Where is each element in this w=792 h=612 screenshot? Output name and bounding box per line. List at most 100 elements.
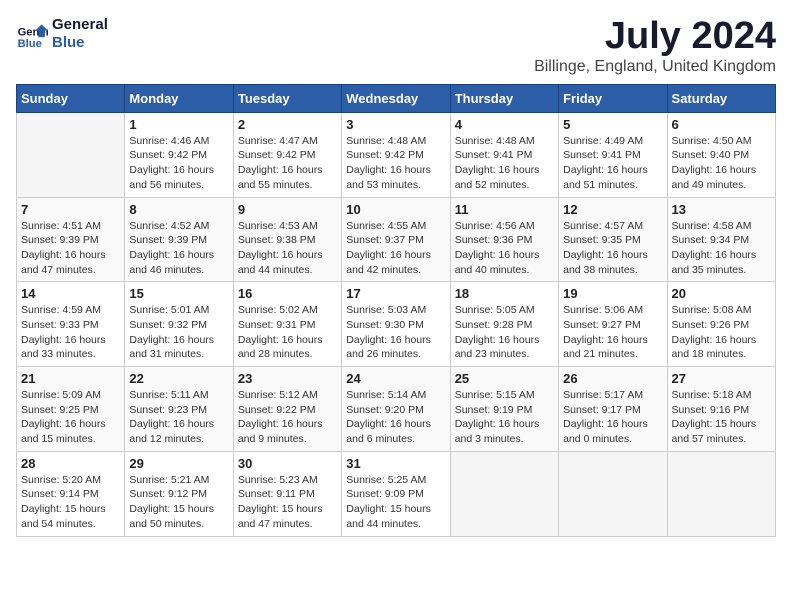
calendar-cell: 26Sunrise: 5:17 AM Sunset: 9:17 PM Dayli… xyxy=(559,367,667,452)
calendar-cell: 16 Sunrise: 5:02 AM Sunset: 9:31 PM Dayli… xyxy=(233,282,341,367)
day-number: 18 xyxy=(455,286,554,301)
day-info: Sunrise: 5:11 AM Sunset: 9:23 PM Dayligh… xyxy=(129,388,228,447)
day-number: 28 xyxy=(21,456,120,471)
location-subtitle: Billinge, England, United Kingdom xyxy=(534,58,776,76)
day-info: Sunrise: 5:25 AM Sunset: 9:09 PM Dayligh… xyxy=(346,473,445,532)
day-number: 16 xyxy=(238,286,337,301)
day-info: Sunrise: 5:09 AM Sunset: 9:25 PM Dayligh… xyxy=(21,388,120,447)
day-number: 19 xyxy=(563,286,662,301)
svg-text:Blue: Blue xyxy=(18,38,42,50)
calendar-cell: 27 Sunrise: 5:18 AM Sunset: 9:16 PM Dayli… xyxy=(667,367,775,452)
day-info: Sunrise: 5:14 AM Sunset: 9:20 PM Dayligh… xyxy=(346,388,445,447)
calendar-cell: 3 Sunrise: 4:48 AM Sunset: 9:42 PM Daylig… xyxy=(342,112,450,197)
day-info: Sunrise: 4:50 AM Sunset: 9:40 PM Dayligh… xyxy=(672,134,771,193)
day-info: Sunrise: 5:21 AM Sunset: 9:12 PM Dayligh… xyxy=(129,473,228,532)
day-number: 3 xyxy=(346,117,445,132)
day-info: Sunrise: 5:23 AM Sunset: 9:11 PM Dayligh… xyxy=(238,473,337,532)
day-info: Sunrise: 5:18 AM Sunset: 9:16 PM Dayligh… xyxy=(672,388,771,447)
calendar-cell: 19 Sunrise: 5:06 AM Sunset: 9:27 PM Dayli… xyxy=(559,282,667,367)
day-info: Sunrise: 5:03 AM Sunset: 9:30 PM Dayligh… xyxy=(346,303,445,362)
calendar-cell: 5 Sunrise: 4:49 AM Sunset: 9:41 PM Daylig… xyxy=(559,112,667,197)
weekday-header-saturday: Saturday xyxy=(667,84,775,112)
calendar-cell: 28 Sunrise: 5:20 AM Sunset: 9:14 PM Dayli… xyxy=(17,451,125,536)
day-info: Sunrise: 4:57 AM Sunset: 9:35 PM Dayligh… xyxy=(563,219,662,278)
calendar-cell: 1 Sunrise: 4:46 AM Sunset: 9:42 PM Daylig… xyxy=(125,112,233,197)
calendar-week-row: 1 Sunrise: 4:46 AM Sunset: 9:42 PM Daylig… xyxy=(17,112,776,197)
day-number: 27 xyxy=(672,371,771,386)
weekday-header-wednesday: Wednesday xyxy=(342,84,450,112)
day-number: 24 xyxy=(346,371,445,386)
day-info: Sunrise: 4:48 AM Sunset: 9:41 PM Dayligh… xyxy=(455,134,554,193)
day-info: Sunrise: 4:55 AM Sunset: 9:37 PM Dayligh… xyxy=(346,219,445,278)
day-number: 23 xyxy=(238,371,337,386)
calendar-cell: 29Sunrise: 5:21 AM Sunset: 9:12 PM Dayli… xyxy=(125,451,233,536)
calendar-cell: 20 Sunrise: 5:08 AM Sunset: 9:26 PM Dayli… xyxy=(667,282,775,367)
day-info: Sunrise: 5:15 AM Sunset: 9:19 PM Dayligh… xyxy=(455,388,554,447)
day-info: Sunrise: 4:51 AM Sunset: 9:39 PM Dayligh… xyxy=(21,219,120,278)
calendar-cell: 9Sunrise: 4:53 AM Sunset: 9:38 PM Daylig… xyxy=(233,197,341,282)
day-number: 31 xyxy=(346,456,445,471)
logo-line1: General xyxy=(52,16,108,34)
calendar-cell: 24 Sunrise: 5:14 AM Sunset: 9:20 PM Dayli… xyxy=(342,367,450,452)
day-info: Sunrise: 4:56 AM Sunset: 9:36 PM Dayligh… xyxy=(455,219,554,278)
calendar-cell xyxy=(17,112,125,197)
calendar-cell: 10 Sunrise: 4:55 AM Sunset: 9:37 PM Dayli… xyxy=(342,197,450,282)
day-info: Sunrise: 5:20 AM Sunset: 9:14 PM Dayligh… xyxy=(21,473,120,532)
weekday-header-thursday: Thursday xyxy=(450,84,558,112)
calendar-cell: 14 Sunrise: 4:59 AM Sunset: 9:33 PM Dayli… xyxy=(17,282,125,367)
day-number: 7 xyxy=(21,202,120,217)
calendar-week-row: 21 Sunrise: 5:09 AM Sunset: 9:25 PM Dayli… xyxy=(17,367,776,452)
calendar-cell: 4 Sunrise: 4:48 AM Sunset: 9:41 PM Daylig… xyxy=(450,112,558,197)
day-number: 8 xyxy=(129,202,228,217)
calendar-cell: 7 Sunrise: 4:51 AM Sunset: 9:39 PM Daylig… xyxy=(17,197,125,282)
day-number: 20 xyxy=(672,286,771,301)
day-number: 10 xyxy=(346,202,445,217)
day-number: 12 xyxy=(563,202,662,217)
calendar-cell xyxy=(667,451,775,536)
calendar-cell: 21 Sunrise: 5:09 AM Sunset: 9:25 PM Dayli… xyxy=(17,367,125,452)
day-number: 6 xyxy=(672,117,771,132)
weekday-header-tuesday: Tuesday xyxy=(233,84,341,112)
day-info: Sunrise: 5:08 AM Sunset: 9:26 PM Dayligh… xyxy=(672,303,771,362)
day-number: 25 xyxy=(455,371,554,386)
day-info: Sunrise: 4:48 AM Sunset: 9:42 PM Dayligh… xyxy=(346,134,445,193)
day-info: Sunrise: 5:01 AM Sunset: 9:32 PM Dayligh… xyxy=(129,303,228,362)
title-block: July 2024 Billinge, England, United King… xyxy=(534,16,776,76)
day-info: Sunrise: 5:05 AM Sunset: 9:28 PM Dayligh… xyxy=(455,303,554,362)
day-number: 21 xyxy=(21,371,120,386)
page-header: General Blue General Blue July 2024 Bill… xyxy=(16,16,776,76)
calendar-cell: 2Sunrise: 4:47 AM Sunset: 9:42 PM Daylig… xyxy=(233,112,341,197)
day-info: Sunrise: 4:49 AM Sunset: 9:41 PM Dayligh… xyxy=(563,134,662,193)
day-number: 4 xyxy=(455,117,554,132)
weekday-header-monday: Monday xyxy=(125,84,233,112)
calendar-cell: 13Sunrise: 4:58 AM Sunset: 9:34 PM Dayli… xyxy=(667,197,775,282)
logo-line2: Blue xyxy=(52,34,108,52)
day-number: 15 xyxy=(129,286,228,301)
calendar-cell: 17Sunrise: 5:03 AM Sunset: 9:30 PM Dayli… xyxy=(342,282,450,367)
day-number: 14 xyxy=(21,286,120,301)
day-number: 1 xyxy=(129,117,228,132)
day-info: Sunrise: 4:59 AM Sunset: 9:33 PM Dayligh… xyxy=(21,303,120,362)
calendar-cell: 31 Sunrise: 5:25 AM Sunset: 9:09 PM Dayli… xyxy=(342,451,450,536)
day-number: 13 xyxy=(672,202,771,217)
calendar-week-row: 7 Sunrise: 4:51 AM Sunset: 9:39 PM Daylig… xyxy=(17,197,776,282)
calendar-cell: 25 Sunrise: 5:15 AM Sunset: 9:19 PM Dayli… xyxy=(450,367,558,452)
day-info: Sunrise: 4:46 AM Sunset: 9:42 PM Dayligh… xyxy=(129,134,228,193)
calendar-week-row: 28 Sunrise: 5:20 AM Sunset: 9:14 PM Dayli… xyxy=(17,451,776,536)
calendar-cell: 22Sunrise: 5:11 AM Sunset: 9:23 PM Dayli… xyxy=(125,367,233,452)
calendar-cell: 15 Sunrise: 5:01 AM Sunset: 9:32 PM Dayli… xyxy=(125,282,233,367)
calendar-cell: 30 Sunrise: 5:23 AM Sunset: 9:11 PM Dayli… xyxy=(233,451,341,536)
day-number: 11 xyxy=(455,202,554,217)
calendar-cell: 23Sunrise: 5:12 AM Sunset: 9:22 PM Dayli… xyxy=(233,367,341,452)
day-number: 5 xyxy=(563,117,662,132)
calendar-cell: 12 Sunrise: 4:57 AM Sunset: 9:35 PM Dayli… xyxy=(559,197,667,282)
calendar-cell: 11 Sunrise: 4:56 AM Sunset: 9:36 PM Dayli… xyxy=(450,197,558,282)
day-info: Sunrise: 5:06 AM Sunset: 9:27 PM Dayligh… xyxy=(563,303,662,362)
day-info: Sunrise: 5:17 AM Sunset: 9:17 PM Dayligh… xyxy=(563,388,662,447)
day-info: Sunrise: 4:47 AM Sunset: 9:42 PM Dayligh… xyxy=(238,134,337,193)
day-number: 30 xyxy=(238,456,337,471)
day-info: Sunrise: 4:52 AM Sunset: 9:39 PM Dayligh… xyxy=(129,219,228,278)
calendar-week-row: 14 Sunrise: 4:59 AM Sunset: 9:33 PM Dayli… xyxy=(17,282,776,367)
day-info: Sunrise: 5:02 AM Sunset: 9:31 PM Dayligh… xyxy=(238,303,337,362)
calendar-cell: 8 Sunrise: 4:52 AM Sunset: 9:39 PM Daylig… xyxy=(125,197,233,282)
